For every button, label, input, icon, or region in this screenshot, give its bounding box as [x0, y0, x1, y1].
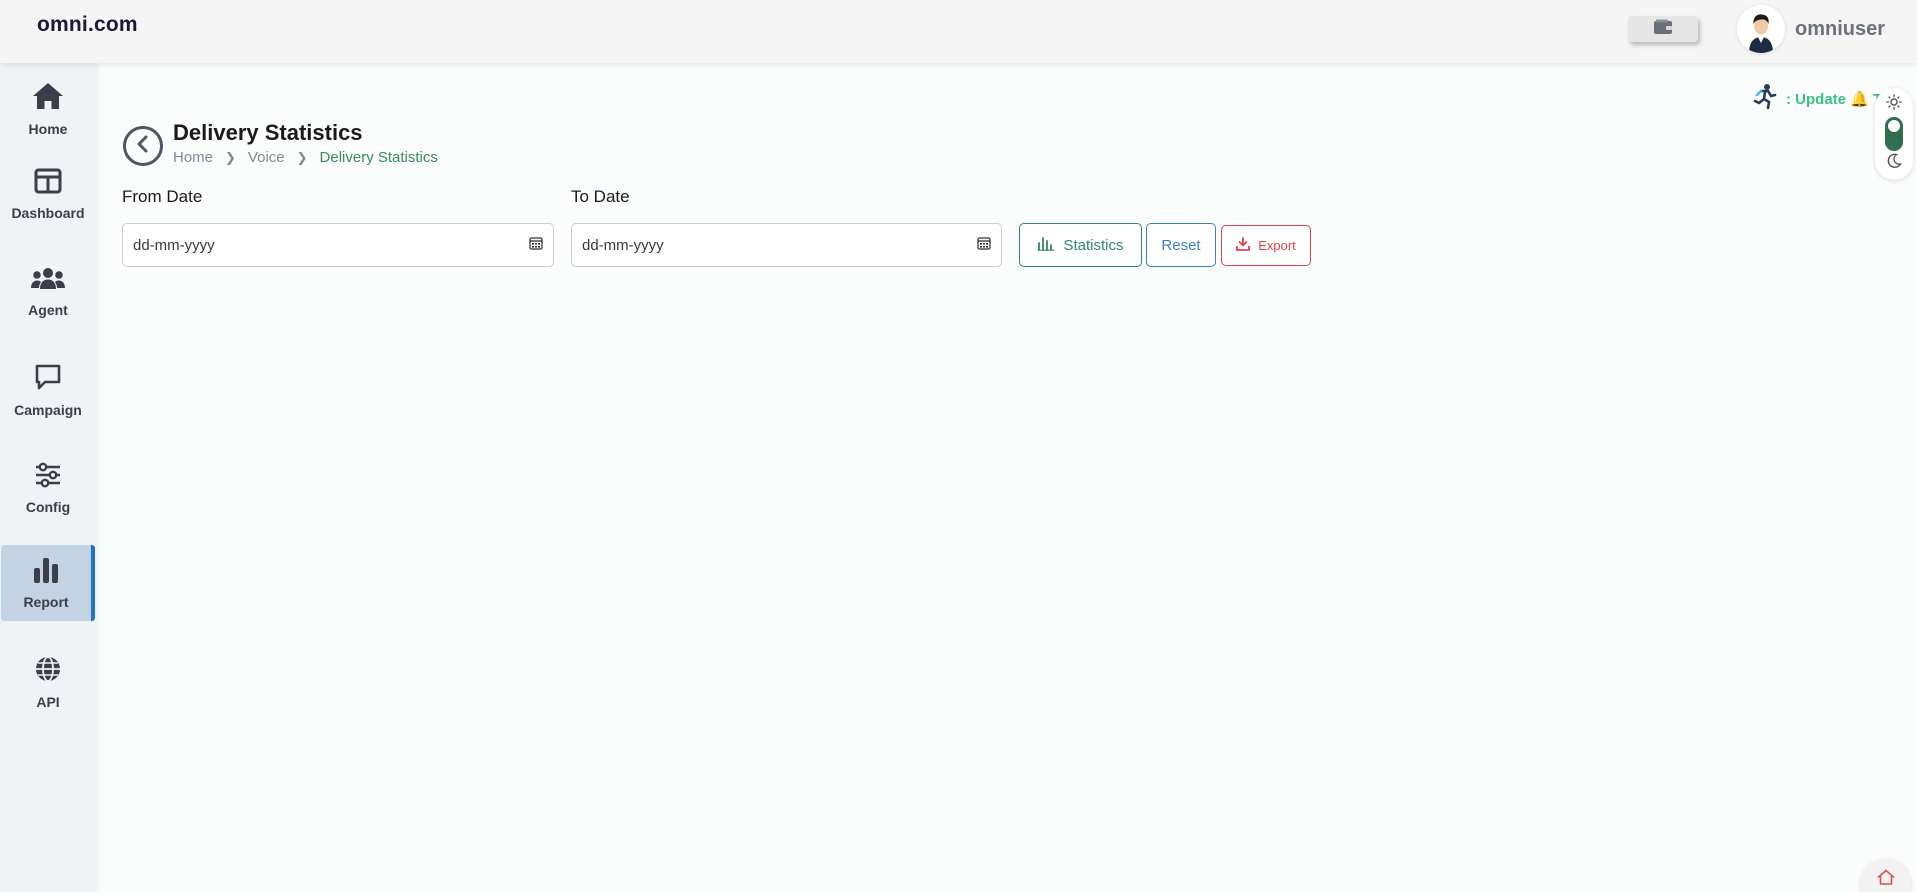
chevron-right-icon: ❯ — [296, 149, 308, 165]
from-date-value: dd-mm-yyyy — [133, 236, 215, 254]
campaign-icon — [34, 363, 62, 396]
to-date-value: dd-mm-yyyy — [582, 236, 664, 254]
update-notice-text: : Update 🔔 T — [1786, 90, 1883, 108]
sun-icon — [1886, 94, 1902, 115]
running-person-icon — [1752, 83, 1778, 114]
sidebar-item-campaign[interactable]: Campaign — [0, 352, 96, 428]
home-icon — [32, 82, 64, 115]
sidebar-item-label: Dashboard — [11, 204, 85, 221]
sidebar-item-home[interactable]: Home — [0, 71, 96, 147]
back-button[interactable] — [123, 126, 163, 166]
sidebar-item-label: Home — [28, 120, 68, 137]
download-icon — [1236, 237, 1251, 254]
reset-button-label: Reset — [1161, 236, 1201, 254]
sidebar: Home Dashboard Agent Campaign Config Rep… — [0, 63, 96, 892]
floating-home-button[interactable] — [1861, 859, 1911, 892]
globe-icon — [34, 655, 62, 688]
export-button-label: Export — [1258, 238, 1296, 253]
reset-button[interactable]: Reset — [1146, 223, 1216, 267]
sidebar-item-label: Config — [25, 498, 71, 515]
wallet-icon — [1653, 19, 1673, 40]
home-icon — [1877, 869, 1895, 890]
sidebar-item-label: Campaign — [14, 401, 82, 418]
statistics-button[interactable]: Statistics — [1019, 223, 1142, 267]
user-avatar-icon — [1737, 5, 1785, 53]
moon-icon — [1886, 153, 1902, 174]
theme-toggle[interactable] — [1875, 88, 1913, 180]
breadcrumb: Home ❯ Voice ❯ Delivery Statistics — [173, 149, 438, 166]
username[interactable]: omniuser — [1795, 18, 1885, 41]
breadcrumb-current: Delivery Statistics — [319, 149, 438, 166]
sidebar-item-dashboard[interactable]: Dashboard — [0, 156, 96, 232]
from-date-label: From Date — [122, 187, 203, 206]
sidebar-item-label: Report — [23, 593, 69, 610]
chevron-left-icon — [135, 135, 151, 158]
config-icon — [34, 462, 62, 493]
sidebar-item-config[interactable]: Config — [0, 450, 96, 526]
sidebar-item-label: Agent — [28, 301, 68, 318]
from-date-field[interactable]: dd-mm-yyyy — [122, 223, 554, 267]
statistics-button-label: Statistics — [1063, 236, 1124, 254]
calendar-icon[interactable] — [977, 236, 991, 255]
sidebar-item-agent[interactable]: Agent — [0, 254, 96, 330]
calendar-icon[interactable] — [529, 236, 543, 255]
dashboard-icon — [34, 168, 62, 199]
brand-logo[interactable]: omni.com — [37, 13, 138, 37]
theme-toggle-switch[interactable] — [1885, 117, 1903, 151]
to-date-field[interactable]: dd-mm-yyyy — [571, 223, 1002, 267]
update-notice[interactable]: : Update 🔔 T — [1752, 83, 1882, 114]
bar-chart-icon — [1037, 235, 1055, 255]
page-title: Delivery Statistics — [173, 120, 363, 145]
bar-chart-icon — [33, 557, 59, 588]
top-bar: omni.com omniuser — [0, 0, 1917, 63]
sidebar-item-api[interactable]: API — [0, 644, 96, 720]
breadcrumb-home[interactable]: Home — [173, 149, 213, 166]
sidebar-item-report[interactable]: Report — [1, 545, 95, 621]
chevron-right-icon: ❯ — [225, 149, 236, 165]
breadcrumb-voice[interactable]: Voice — [248, 149, 285, 166]
agent-icon — [31, 267, 65, 296]
wallet-button[interactable] — [1628, 16, 1698, 42]
avatar[interactable] — [1737, 5, 1785, 53]
to-date-label: To Date — [571, 187, 630, 206]
export-button[interactable]: Export — [1221, 225, 1311, 266]
sidebar-item-label: API — [36, 693, 60, 710]
